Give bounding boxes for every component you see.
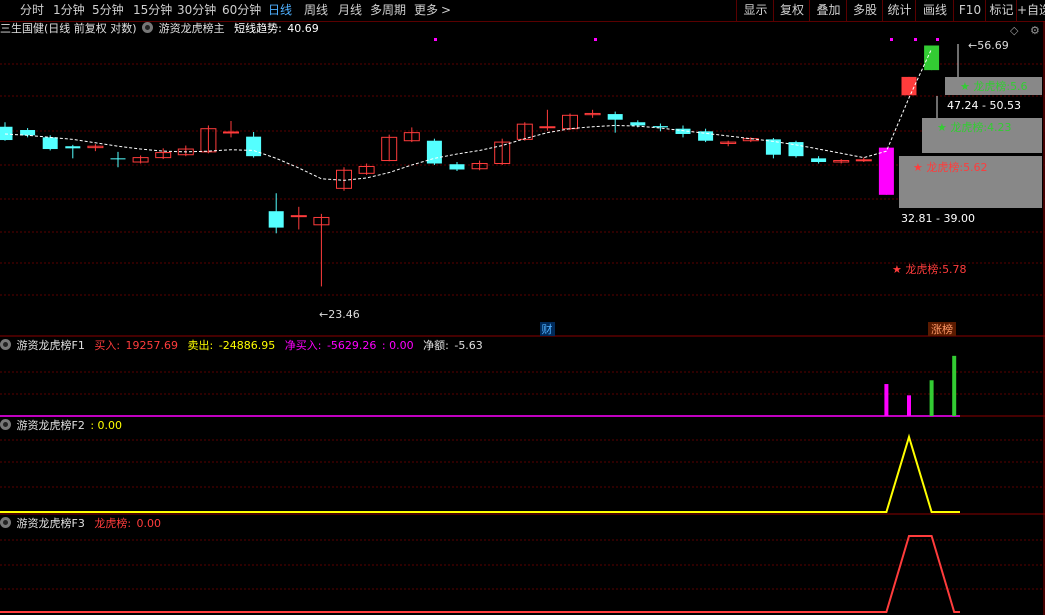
toolbar-button[interactable]: 叠加 (809, 0, 847, 21)
marker-dot (434, 38, 437, 41)
marker-dot (890, 38, 893, 41)
range-label: 47.24 - 50.53 (947, 99, 1021, 112)
indicator-name: 游资龙虎榜主 (158, 22, 225, 35)
lhb-label: ★ 龙虎榜:5.62 (913, 160, 988, 174)
lhb-label: ★ 龙虎榜:5.6 (960, 79, 1028, 93)
lhb-label: ★ 龙虎榜:4.23 (937, 120, 1012, 134)
period-tab[interactable]: 分时 (20, 0, 44, 21)
f1-net-extra: : 0.00 (381, 339, 414, 352)
f2-line (0, 433, 960, 513)
period-tab[interactable]: 周线 (304, 0, 328, 21)
trend-line (4, 48, 933, 181)
trend-label: 短线趋势: (234, 22, 282, 35)
f3-legend: 游资龙虎榜F3 龙虎榜: 0.00 (0, 517, 163, 531)
toolbar-button[interactable]: 复权 (773, 0, 810, 21)
f3-label: 龙虎榜: (94, 517, 132, 530)
candle-body (811, 158, 827, 163)
candle-body (290, 215, 307, 218)
candle-body (246, 136, 262, 157)
toolbar-button[interactable]: 多股 (846, 0, 883, 21)
gear-icon: ⚙ (1030, 24, 1040, 37)
toolbar: 分时 1分钟 5分钟 15分钟 30分钟 60分钟 日线 周线 月线 多周期 更多 > 显示 复权 叠加 多股… (0, 0, 1045, 22)
marker-dot (594, 38, 597, 41)
more-chevron-icon[interactable]: > (441, 0, 451, 21)
period-tab[interactable]: 60分钟 (222, 0, 261, 21)
low-price-label: ←23.46 (319, 308, 360, 321)
candle-body (630, 122, 646, 126)
f2-name: 游资龙虎榜F2 (16, 419, 85, 432)
f1-name: 游资龙虎榜F1 (16, 339, 85, 352)
toolbar-button[interactable]: 画线 (915, 0, 954, 21)
candle-body (878, 147, 894, 195)
candle-body (855, 159, 872, 162)
f1-buy-value: 19257.69 (125, 339, 179, 352)
settings-icon[interactable] (0, 517, 11, 528)
range-label: 32.81 - 39.00 (901, 212, 975, 225)
f1-bar (907, 395, 911, 416)
candle-body (223, 131, 239, 134)
candle-body (539, 126, 556, 129)
toolbar-button[interactable]: 统计 (882, 0, 916, 21)
f1-netbuy-label: 净买入: (284, 339, 322, 352)
period-tab[interactable]: 日线 (268, 0, 292, 21)
toolbar-button[interactable]: 标记 (985, 0, 1017, 21)
settings-icon[interactable] (0, 419, 11, 430)
candle-body (0, 126, 13, 141)
f1-bar (929, 380, 934, 416)
f1-sell-value: -24886.95 (218, 339, 276, 352)
period-tab[interactable]: 30分钟 (177, 0, 216, 21)
candle-body (42, 137, 58, 150)
f1-bar (884, 384, 889, 416)
period-tab[interactable]: 月线 (338, 0, 362, 21)
f1-bar (952, 355, 957, 416)
cai-tag: 财 (542, 322, 553, 336)
candle-body (698, 131, 714, 141)
period-tab[interactable]: 5分钟 (92, 0, 124, 21)
lhb-label: ★ 龙虎榜:5.78 (892, 262, 967, 276)
toolbar-button[interactable]: F10 (953, 0, 986, 21)
f3-name: 游资龙虎榜F3 (16, 517, 85, 530)
candle-body (426, 140, 442, 164)
zhangbang-tag: 涨榜 (931, 322, 953, 336)
f3-line (0, 535, 960, 613)
candle-body (607, 114, 623, 120)
settings-icon[interactable] (142, 22, 154, 33)
toolbar-button[interactable]: 显示 (736, 0, 774, 21)
period-tab[interactable]: 1分钟 (53, 0, 85, 21)
candle-body (110, 158, 126, 160)
stock-name: 三生国健(日线 前复权 对数) (0, 22, 137, 35)
f3-value: 0.00 (136, 517, 162, 530)
candle-body (652, 126, 668, 128)
f1-sell-label: 卖出: (187, 339, 214, 352)
period-tab[interactable]: 多周期 (370, 0, 406, 21)
settings-icon[interactable] (0, 339, 11, 350)
period-tab[interactable]: 更多 (414, 0, 438, 21)
f1-buy-label: 买入: (94, 339, 121, 352)
trend-value: 40.69 (287, 22, 319, 35)
diamond-icon: ◇ (1010, 24, 1019, 37)
f1-legend: 游资龙虎榜F1 买入: 19257.69 卖出: -24886.95 净买入: … (0, 339, 485, 353)
high-price-label: ←56.69 (968, 39, 1009, 52)
candle-body (901, 76, 917, 96)
f2-value: : 0.00 (90, 419, 123, 432)
marker-dot (914, 38, 917, 41)
f2-legend: 游资龙虎榜F2 : 0.00 (0, 419, 124, 433)
candle-body (65, 146, 81, 149)
f1-netamt-value: -5.63 (454, 339, 483, 352)
f1-netbuy-value: -5629.26 (326, 339, 377, 352)
toolbar-button[interactable]: +自选 (1016, 0, 1045, 21)
main-legend: 三生国健(日线 前复权 对数) 游资龙虎榜主 短线趋势: 40.69 (0, 22, 321, 36)
candle-body (924, 45, 940, 71)
marker-dot (936, 38, 939, 41)
f1-netamt-label: 净额: (423, 339, 449, 352)
period-tab[interactable]: 15分钟 (133, 0, 172, 21)
candle-body (449, 164, 465, 170)
candle-body (268, 211, 284, 228)
